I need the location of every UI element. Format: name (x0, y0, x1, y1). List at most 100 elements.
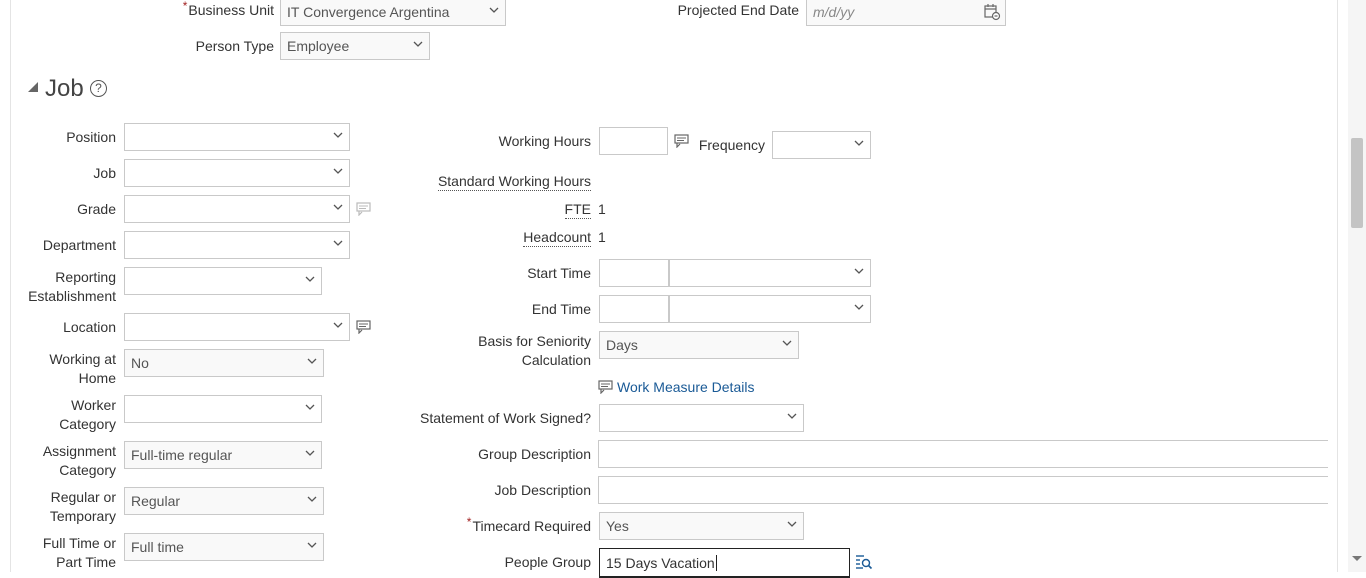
chevron-down-icon (333, 167, 343, 175)
timecard-required-select[interactable]: Yes (599, 512, 804, 540)
worker-category-select[interactable] (124, 395, 322, 423)
assignment-category-label: Assignment Category (42, 443, 116, 478)
calendar-icon[interactable] (983, 3, 1001, 21)
fte-label[interactable]: FTE (400, 200, 591, 219)
job-description-label: Job Description (494, 482, 592, 498)
seniority-basis-label: Basis for Seniority Calculation (478, 333, 591, 368)
person-type-label: Person Type (195, 38, 274, 54)
location-label: Location (63, 319, 116, 335)
full-part-time-value: Full time (131, 539, 184, 555)
standard-working-hours-label[interactable]: Standard Working Hours (400, 172, 591, 191)
scrollbar-thumb[interactable] (1351, 138, 1363, 228)
chevron-down-icon (787, 520, 797, 528)
working-at-home-select[interactable]: No (124, 349, 324, 377)
statement-of-work-select[interactable] (599, 404, 804, 432)
department-select[interactable] (124, 231, 350, 259)
search-list-icon[interactable] (855, 554, 873, 572)
chevron-down-icon (413, 40, 423, 48)
chevron-down-icon (307, 495, 317, 503)
full-part-time-label: Full Time or Part Time (42, 535, 116, 570)
chevron-down-icon (782, 339, 792, 347)
chevron-down-icon (307, 541, 317, 549)
job-description-input[interactable] (598, 476, 1328, 504)
regular-temporary-value: Regular (131, 493, 181, 509)
person-type-value: Employee (287, 38, 350, 54)
statement-of-work-label: Statement of Work Signed? (420, 410, 591, 426)
chevron-down-icon (854, 303, 864, 311)
chevron-down-icon (333, 321, 343, 329)
details-icon[interactable] (356, 202, 374, 220)
end-time-input[interactable] (599, 295, 669, 323)
projected-end-date-label: Projected End Date (677, 2, 799, 18)
full-part-time-select[interactable]: Full time (124, 533, 324, 561)
details-icon[interactable] (674, 134, 692, 152)
details-icon[interactable] (356, 320, 374, 338)
chevron-down-icon (333, 239, 343, 247)
working-hours-label: Working Hours (498, 133, 591, 149)
collapse-triangle-icon[interactable] (28, 82, 38, 92)
details-icon[interactable] (598, 380, 616, 398)
business-unit-value: IT Convergence Argentina (287, 4, 450, 20)
working-hours-input[interactable] (599, 127, 668, 155)
chevron-down-icon (854, 267, 864, 275)
reporting-establishment-select[interactable] (124, 267, 322, 295)
chevron-down-icon (305, 449, 315, 457)
required-indicator: * (182, 0, 188, 13)
headcount-label[interactable]: Headcount (400, 228, 591, 247)
seniority-basis-value: Days (606, 337, 638, 353)
chevron-down-icon (854, 139, 864, 147)
chevron-down-icon (307, 357, 317, 365)
start-time-input[interactable] (599, 259, 669, 287)
help-icon[interactable]: ? (90, 80, 107, 97)
people-group-input[interactable]: 15 Days Vacation (599, 548, 850, 578)
grade-label: Grade (77, 201, 116, 217)
start-time-label: Start Time (527, 265, 591, 281)
chevron-down-icon (489, 6, 499, 14)
assignment-category-select[interactable]: Full-time regular (124, 441, 322, 469)
timecard-required-value: Yes (606, 518, 629, 534)
people-group-value: 15 Days Vacation (606, 555, 717, 571)
group-description-input[interactable] (598, 440, 1328, 468)
seniority-basis-select[interactable]: Days (599, 331, 799, 359)
frequency-label: Frequency (698, 137, 765, 153)
chevron-down-icon (305, 275, 315, 283)
start-time-select[interactable] (669, 259, 871, 287)
end-time-select[interactable] (669, 295, 871, 323)
text-cursor (715, 555, 717, 571)
required-indicator: * (466, 515, 472, 529)
person-type-select[interactable]: Employee (280, 32, 430, 60)
people-group-label: People Group (504, 554, 591, 570)
working-at-home-label: Working at Home (49, 351, 116, 386)
reporting-establishment-label: Reporting Establishment (28, 269, 116, 304)
location-select[interactable] (124, 313, 350, 341)
regular-temporary-select[interactable]: Regular (124, 487, 324, 515)
chevron-down-icon (305, 403, 315, 411)
work-measure-details-link[interactable]: Work Measure Details (617, 378, 754, 397)
scroll-down-arrow-icon[interactable] (1352, 556, 1362, 561)
position-label: Position (66, 129, 116, 145)
position-select[interactable] (124, 123, 350, 151)
regular-temporary-label: Regular or Temporary (49, 489, 116, 524)
projected-end-date-input[interactable]: m/d/yy (806, 0, 1006, 26)
section-title: Job (45, 75, 84, 102)
business-unit-label: *Business Unit (182, 0, 274, 18)
chevron-down-icon (787, 412, 797, 420)
chevron-down-icon (333, 131, 343, 139)
worker-category-label: Worker Category (59, 397, 116, 432)
headcount-value: 1 (598, 229, 606, 245)
chevron-down-icon (333, 203, 343, 211)
business-unit-select[interactable]: IT Convergence Argentina (280, 0, 506, 26)
job-label: Job (93, 165, 116, 181)
job-select[interactable] (124, 159, 350, 187)
fte-value: 1 (598, 201, 606, 217)
grade-select[interactable] (124, 195, 350, 223)
department-label: Department (42, 237, 116, 253)
working-at-home-value: No (131, 355, 149, 371)
group-description-label: Group Description (478, 446, 591, 462)
scrollbar[interactable] (1348, 0, 1366, 572)
end-time-label: End Time (531, 301, 591, 317)
date-placeholder: m/d/yy (813, 4, 855, 20)
frequency-select[interactable] (772, 131, 871, 159)
assignment-category-value: Full-time regular (131, 447, 233, 463)
timecard-required-label: *Timecard Required (466, 515, 591, 534)
